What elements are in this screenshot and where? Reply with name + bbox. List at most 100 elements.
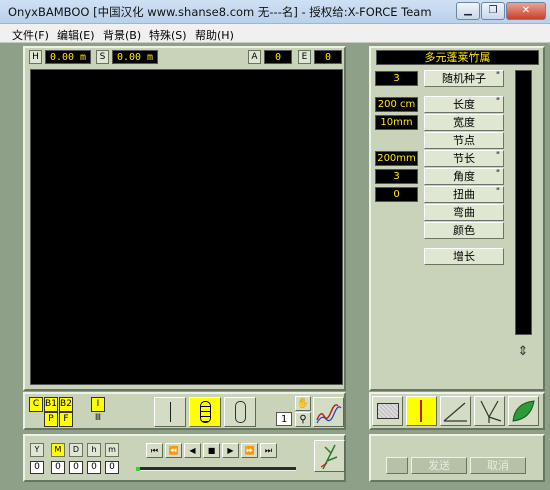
- time-tab-day[interactable]: D: [69, 443, 83, 457]
- timeline-panel: [23, 434, 346, 482]
- time-tab-month[interactable]: M: [51, 443, 65, 457]
- minimize-button[interactable]: ▁: [456, 2, 480, 20]
- close-button[interactable]: ✕: [506, 2, 546, 20]
- maximize-button[interactable]: ❐: [481, 2, 505, 20]
- footer-small-button[interactable]: [386, 457, 408, 474]
- length-help-mark: ": [495, 97, 500, 107]
- toggle-i[interactable]: I: [91, 397, 105, 412]
- fork-icon: [480, 400, 502, 423]
- bars-icon[interactable]: Ⅲ: [91, 413, 105, 426]
- window-title: OnyxBAMBOO [中国汉化 www.shanse8.com 无---名] …: [8, 5, 432, 19]
- color-label: 颜色: [453, 224, 475, 237]
- internode-help-mark: ": [495, 151, 500, 161]
- toggle-b1[interactable]: B1: [44, 397, 58, 412]
- send-button[interactable]: 发送: [411, 457, 467, 474]
- spiral-mode-button[interactable]: [313, 397, 344, 427]
- cylinder-icon: [235, 401, 246, 423]
- menu-help[interactable]: 帮助(H): [195, 27, 234, 43]
- time-value-day[interactable]: 0: [69, 461, 83, 474]
- e-tag: E: [298, 50, 311, 64]
- toggle-p[interactable]: P: [44, 412, 58, 427]
- bend-button[interactable]: 弯曲: [424, 204, 504, 221]
- s-readout: 0.00 m: [112, 50, 158, 64]
- time-tab-year[interactable]: Y: [30, 443, 44, 457]
- branch-fork-button[interactable]: [474, 396, 505, 426]
- seed-value[interactable]: 3: [375, 71, 418, 86]
- seed-label: 随机种子: [442, 72, 486, 85]
- node-label: 节点: [453, 134, 475, 147]
- menu-edit[interactable]: 编辑(E): [57, 27, 95, 43]
- length-value[interactable]: 200 cm: [375, 97, 418, 112]
- stem-single-button[interactable]: [154, 397, 186, 427]
- stalk-button[interactable]: [406, 396, 437, 426]
- segmented-stem-icon: [200, 401, 211, 423]
- time-tab-hour[interactable]: h: [87, 443, 101, 457]
- a-tag: A: [248, 50, 261, 64]
- time-tab-minute[interactable]: m: [105, 443, 119, 457]
- menu-special[interactable]: 特殊(S): [149, 27, 187, 43]
- menu-background[interactable]: 背景(B): [103, 27, 141, 43]
- time-value-year[interactable]: 0: [30, 461, 44, 474]
- length-label: 长度: [453, 98, 475, 111]
- angle-label: 角度: [453, 170, 475, 183]
- stem-cylinder-button[interactable]: [224, 397, 256, 427]
- angle-value[interactable]: 3: [375, 169, 418, 184]
- timeline-position[interactable]: [136, 467, 140, 471]
- seed-help-mark: ": [495, 71, 500, 81]
- time-value-hour[interactable]: 0: [87, 461, 101, 474]
- toggle-c[interactable]: C: [29, 397, 43, 412]
- title-bar: OnyxBAMBOO [中国汉化 www.shanse8.com 无---名] …: [0, 0, 550, 24]
- grow-label: 增长: [453, 250, 475, 263]
- timeline-track[interactable]: [136, 467, 296, 471]
- internode-value[interactable]: 200mm: [375, 151, 418, 166]
- rewind-start-icon[interactable]: ⏮: [146, 443, 163, 458]
- hand-icon[interactable]: ✋: [295, 396, 311, 411]
- twist-label: 扭曲: [453, 188, 475, 201]
- render-viewport[interactable]: [30, 69, 343, 385]
- twist-value[interactable]: 0: [375, 187, 418, 202]
- s-tag: S: [96, 50, 109, 64]
- species-name: 多元蓬莱竹属: [376, 50, 539, 65]
- grow-button[interactable]: 增长: [424, 248, 504, 265]
- spiral-icon: [316, 404, 342, 424]
- seed-button[interactable]: 随机种子 ": [424, 70, 504, 87]
- play-reverse-icon[interactable]: ◀: [184, 443, 201, 458]
- stem-segmented-button[interactable]: [189, 397, 221, 427]
- color-button[interactable]: 颜色: [424, 222, 504, 239]
- menu-file[interactable]: 文件(F): [12, 27, 49, 43]
- texture-button[interactable]: [372, 396, 403, 426]
- stalk-icon: [420, 400, 422, 422]
- step-back-icon[interactable]: ⏪: [165, 443, 182, 458]
- toggle-f[interactable]: F: [59, 412, 73, 427]
- line-icon: [170, 402, 171, 422]
- counter-display[interactable]: 1: [276, 412, 292, 426]
- time-value-minute[interactable]: 0: [105, 461, 119, 474]
- angle-help-mark: ": [495, 169, 500, 179]
- branch-angle-button[interactable]: [440, 396, 471, 426]
- time-value-month[interactable]: 0: [51, 461, 65, 474]
- slider-updown-icon[interactable]: ⇕: [513, 342, 533, 362]
- twist-button[interactable]: 扭曲 ": [424, 186, 504, 203]
- leaf-button[interactable]: [508, 396, 539, 426]
- bamboo-preview-button[interactable]: [314, 440, 345, 472]
- step-forward-icon[interactable]: ⏩: [241, 443, 258, 458]
- cancel-button[interactable]: 取消: [470, 457, 526, 474]
- menu-bar: 文件(F) 编辑(E) 背景(B) 特殊(S) 帮助(H): [0, 24, 550, 43]
- stop-icon[interactable]: ■: [203, 443, 220, 458]
- width-value[interactable]: 10mm: [375, 115, 418, 130]
- h-readout: 0.00 m: [45, 50, 91, 64]
- length-button[interactable]: 长度 ": [424, 96, 504, 113]
- texture-icon: [377, 403, 399, 419]
- width-button[interactable]: 宽度: [424, 114, 504, 131]
- forward-end-icon[interactable]: ⏭: [260, 443, 277, 458]
- a-readout: 0: [264, 50, 292, 64]
- node-button[interactable]: 节点: [424, 132, 504, 149]
- play-icon[interactable]: ▶: [222, 443, 239, 458]
- angle-button[interactable]: 角度 ": [424, 168, 504, 185]
- zoom-icon[interactable]: ⚲: [295, 412, 311, 427]
- toggle-b2[interactable]: B2: [59, 397, 73, 412]
- angle-icon: [443, 402, 467, 422]
- bend-label: 弯曲: [453, 206, 475, 219]
- vertical-slider-track[interactable]: [515, 70, 532, 335]
- internode-button[interactable]: 节长 ": [424, 150, 504, 167]
